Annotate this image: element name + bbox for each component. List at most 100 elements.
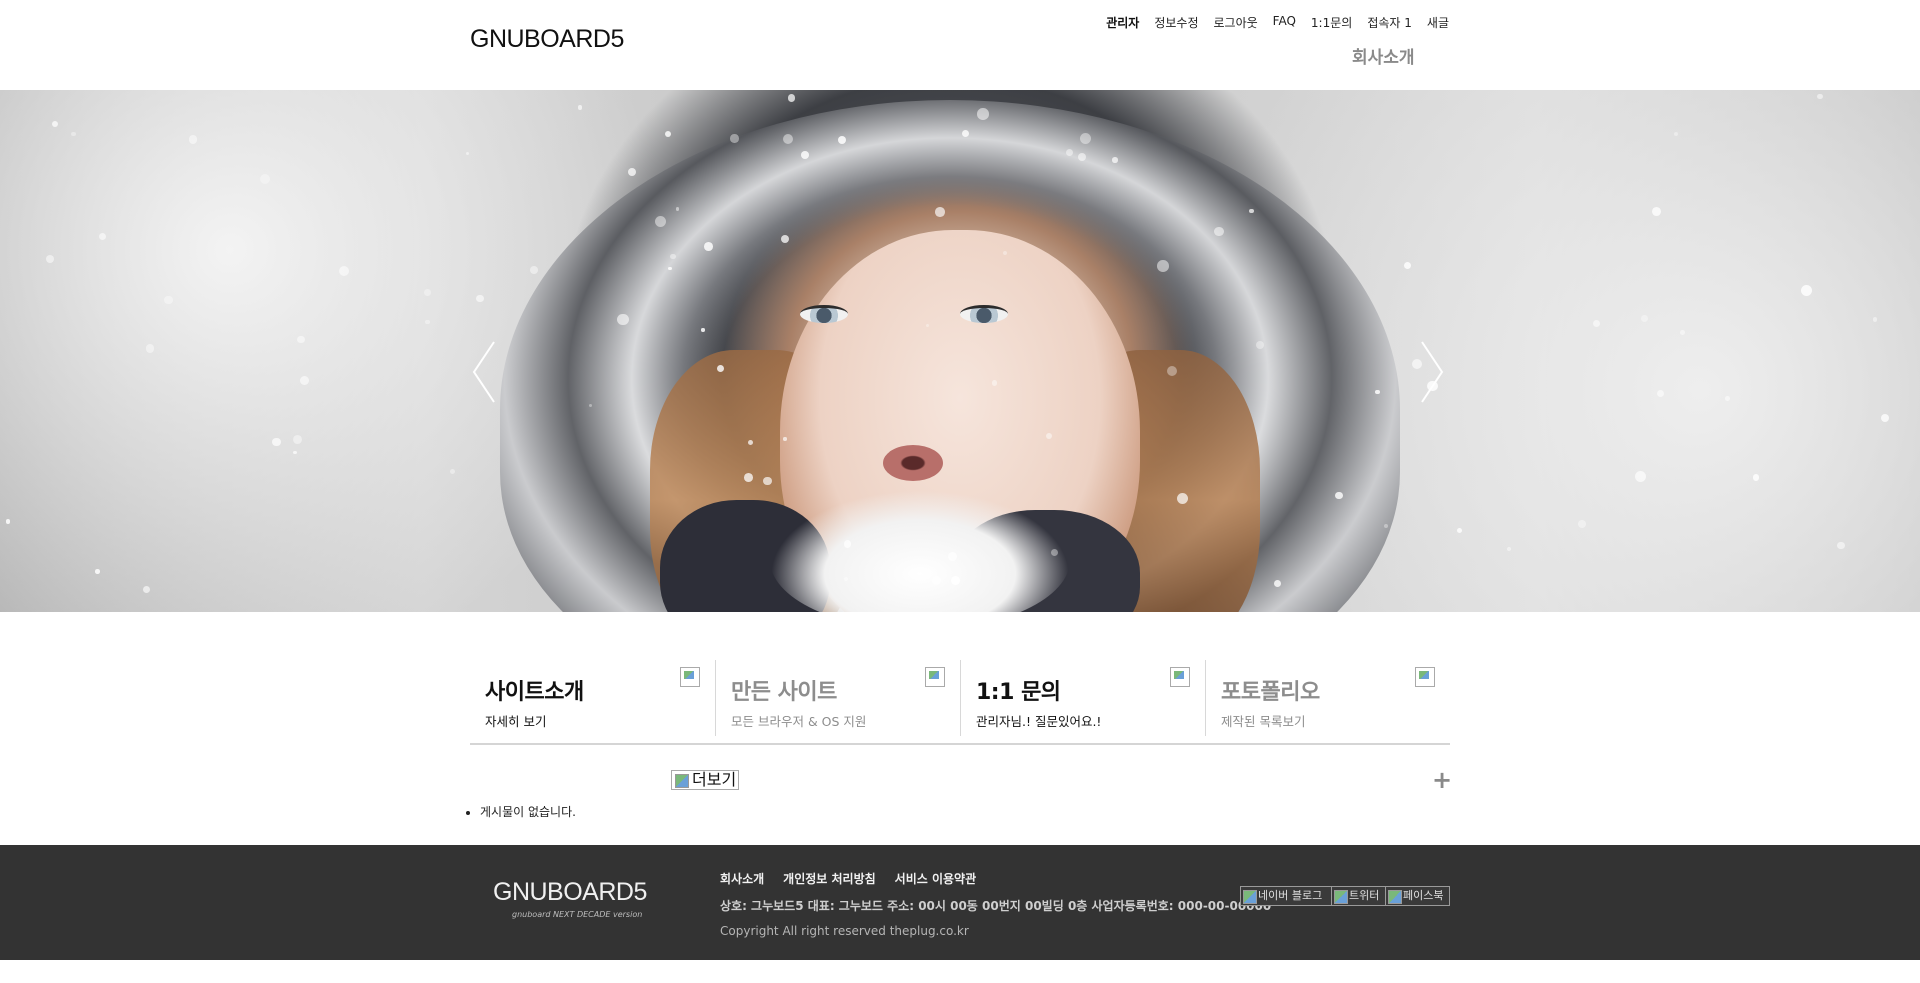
snowflake (730, 134, 739, 143)
feature-site-intro[interactable]: 사이트소개 자세히 보기 (470, 660, 715, 736)
snowflake (95, 568, 100, 574)
footer-link-privacy[interactable]: 개인정보 처리방침 (783, 870, 876, 887)
snowflake (1837, 541, 1845, 549)
slider-dot-1[interactable] (932, 576, 941, 585)
snowflake (530, 265, 538, 274)
nav-admin-link[interactable]: 관리자 (1106, 14, 1139, 31)
snowflake (743, 472, 753, 482)
snowflake (947, 552, 957, 562)
feature-portfolio[interactable]: 포토폴리오 제작된 목록보기 (1205, 660, 1450, 736)
snowflake (1641, 315, 1649, 323)
site-header: GNUBOARD5 관리자 정보수정 로그아웃 FAQ 1:1문의 접속자 1 … (0, 0, 1920, 90)
snowflake (338, 265, 350, 276)
snowflake (1674, 132, 1678, 136)
sns-naver-blog-link[interactable]: 네이버 블로그 (1240, 886, 1332, 906)
plus-icon[interactable]: + (1432, 766, 1452, 794)
snowflake (1214, 226, 1224, 237)
snowflake (665, 130, 672, 137)
footer-link-terms[interactable]: 서비스 이용약관 (895, 870, 976, 887)
footer-logo: GNUBOARD5 (493, 878, 647, 906)
snowflake (1255, 340, 1265, 349)
snowflake (787, 94, 796, 102)
nav-visitors-link[interactable]: 접속자 1 (1367, 14, 1412, 31)
snowflake (292, 435, 302, 445)
snowflake (843, 540, 852, 548)
slider-pagination (932, 576, 960, 585)
more-image-link[interactable]: 더보기 (671, 770, 740, 790)
snowflake (716, 365, 724, 373)
snowflake (1817, 93, 1823, 99)
snowflake (747, 439, 753, 445)
snowflake (1872, 317, 1878, 322)
empty-list-item: 게시물이 없습니다. (480, 803, 576, 820)
snowflake (71, 131, 76, 137)
snowflake (98, 232, 107, 241)
slider-dot-2[interactable] (951, 576, 960, 585)
snowflake (1679, 330, 1685, 336)
feature-subtitle: 모든 브라우저 & OS 지원 (731, 714, 867, 729)
snowflake (5, 519, 11, 524)
sns-facebook-link[interactable]: 페이스북 (1385, 886, 1450, 906)
snowflake (1652, 207, 1662, 217)
snowflake (52, 120, 59, 127)
nav-new-posts-link[interactable]: 새글 (1427, 14, 1449, 31)
snowflake (1634, 471, 1647, 483)
nav-inquiry-link[interactable]: 1:1문의 (1311, 14, 1352, 31)
snowflake (1403, 262, 1411, 270)
slider-next-button[interactable] (1418, 340, 1446, 404)
snowflake (300, 375, 310, 385)
feature-subtitle: 관리자님.! 질문있어요.! (976, 714, 1102, 729)
feature-title: 만든 사이트 (731, 680, 837, 705)
snowflake (272, 437, 281, 446)
snowflake (588, 403, 592, 408)
feature-boxes: 사이트소개 자세히 보기 만든 사이트 모든 브라우저 & OS 지원 1:1 … (470, 660, 1450, 745)
footer-link-company[interactable]: 회사소개 (720, 870, 764, 887)
chevron-right-icon (1421, 341, 1444, 403)
feature-inquiry[interactable]: 1:1 문의 관리자님.! 질문있어요.! (960, 660, 1205, 736)
snowflake (1593, 319, 1600, 327)
snowflake (1752, 474, 1759, 481)
snowflake (1724, 395, 1731, 402)
hero-lips (883, 445, 943, 481)
snowflake (934, 207, 945, 217)
snowflake (449, 468, 456, 475)
snowflake (476, 295, 484, 303)
snowflake (1157, 260, 1170, 272)
feature-made-sites[interactable]: 만든 사이트 모든 브라우저 & OS 지원 (715, 660, 960, 736)
snowflake (627, 168, 636, 177)
hero-eye-right (960, 305, 1008, 323)
hero-slider (0, 90, 1920, 612)
nav-edit-profile-link[interactable]: 정보수정 (1154, 14, 1198, 31)
snowflake (143, 586, 151, 594)
feature-subtitle: 자세히 보기 (485, 714, 547, 729)
footer-copyright: Copyright All right reserved theplug.co.… (720, 924, 969, 938)
main-menu-company[interactable]: 회사소개 (1352, 43, 1415, 68)
snowflake (1112, 157, 1118, 163)
snowflake (1176, 492, 1188, 505)
footer-tagline: gnuboard NEXT DECADE version (512, 910, 643, 919)
top-navigation: 관리자 정보수정 로그아웃 FAQ 1:1문의 접속자 1 새글 (1091, 14, 1449, 31)
sns-twitter-link[interactable]: 트위터 (1331, 886, 1386, 906)
snowflake (293, 450, 297, 454)
snowflake (45, 255, 54, 264)
snowflake (1507, 547, 1512, 552)
snowflake (977, 107, 990, 120)
snowflake (424, 288, 431, 296)
snowflake (925, 323, 929, 327)
snowflake (670, 253, 676, 260)
snowflake (425, 319, 430, 324)
nav-logout-link[interactable]: 로그아웃 (1214, 14, 1258, 31)
snowflake (1077, 153, 1086, 162)
snowflake (654, 216, 666, 228)
snowflake (1456, 527, 1463, 534)
site-logo[interactable]: GNUBOARD5 (470, 25, 624, 54)
footer-company-info: 상호: 그누보드5 대표: 그누보드 주소: 00시 00동 00번지 00빌딩… (720, 899, 1272, 913)
nav-faq-link[interactable]: FAQ (1273, 14, 1296, 31)
snowflake (466, 152, 470, 156)
snowflake (617, 313, 629, 326)
chevron-left-icon (472, 341, 495, 403)
snowflake (701, 328, 705, 332)
slider-prev-button[interactable] (470, 340, 498, 404)
latest-post-list: 게시물이 없습니다. (465, 803, 576, 820)
snowflake (145, 344, 155, 354)
